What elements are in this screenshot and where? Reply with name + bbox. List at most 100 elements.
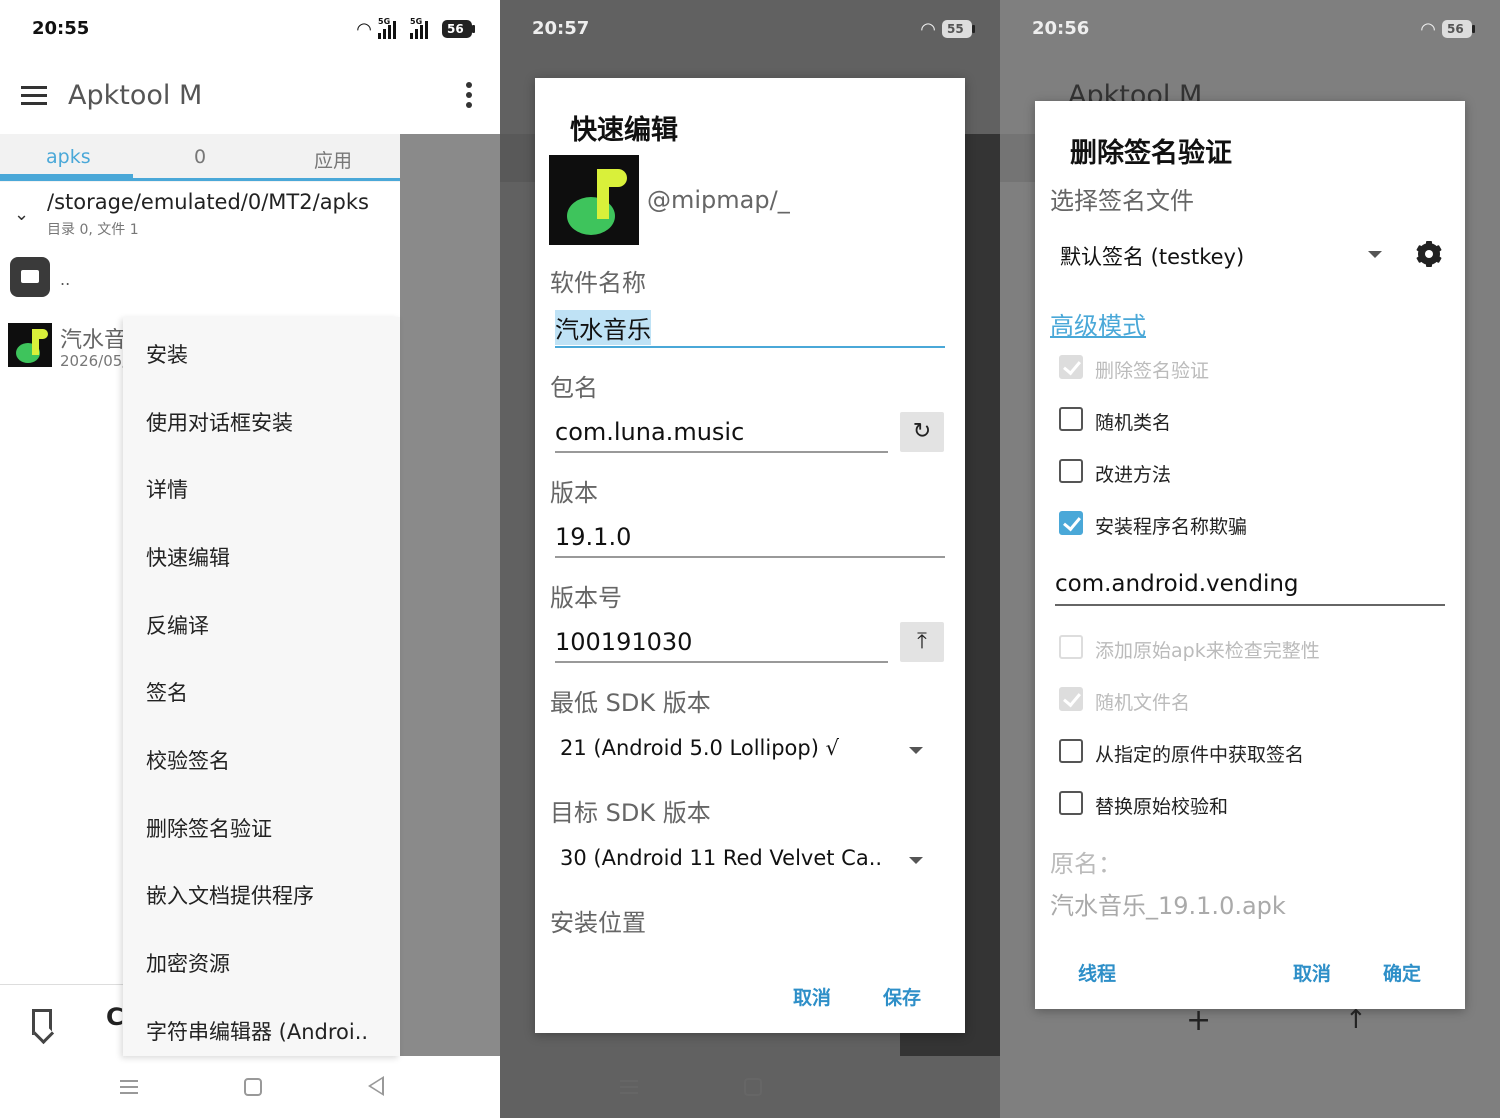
checkbox[interactable] [1059,739,1083,763]
battery-icon: 56 [442,20,475,38]
app-icon[interactable] [549,155,639,245]
select-sign-label: 选择签名文件 [1050,187,1194,215]
menu-item-remove-sign-verify[interactable]: 删除签名验证 [146,813,272,843]
version-code-underline [555,661,888,663]
option-label: 添加原始apk来检查完整性 [1095,640,1320,662]
package-field[interactable]: com.luna.music [555,418,744,446]
bookmark-icon[interactable] [32,1009,52,1035]
min-sdk-select[interactable]: 21 (Android 5.0 Lollipop) √ [560,736,839,760]
add-icon[interactable]: + [1186,1003,1211,1038]
menu-icon[interactable] [21,86,47,106]
nav-home-icon[interactable] [744,1078,762,1096]
app-icon [8,323,52,367]
save-button[interactable]: 保存 [883,983,921,1010]
target-sdk-label: 目标 SDK 版本 [550,799,711,827]
app-name-field[interactable]: 汽水音乐 [555,310,651,345]
ok-button[interactable]: 确定 [1383,959,1421,986]
tab-indicator [0,174,133,178]
target-sdk-select[interactable]: 30 (Android 11 Red Velvet Ca.. [560,846,882,870]
refresh-icon[interactable]: C [106,1003,124,1031]
panel-quick-edit: 20:57 ◠ 55 快速编辑 @mipmap/_ 软件名称 汽水音乐 包名 c… [500,0,1000,1118]
installer-field[interactable]: com.android.vending [1055,571,1299,597]
version-underline [555,556,945,558]
cancel-button[interactable]: 取消 [793,983,831,1010]
nav-back-icon[interactable] [368,1076,384,1096]
menu-item-install[interactable]: 安装 [146,339,188,369]
refresh-button[interactable]: ↻ [900,412,944,452]
signal-icon: 5G [410,17,436,39]
panel-app-list: 20:55 ◠ 5G 5G 56 Apktool M apks 0 应用 ⌄ /… [0,0,500,1118]
icon-resource: @mipmap/_ [647,186,790,214]
orig-name-value: 汽水音乐_19.1.0.apk [1050,892,1286,920]
tab-zero[interactable]: 0 [194,146,206,168]
menu-item-decompile[interactable]: 反编译 [146,610,209,640]
app-bar: Apktool M [0,58,500,134]
option-label[interactable]: 安装程序名称欺骗 [1095,512,1247,539]
checkbox[interactable] [1059,791,1083,815]
menu-item-sign[interactable]: 签名 [146,677,188,707]
tab-divider [0,178,400,181]
panel-remove-sign: 20:56 ◠ 56 Apktool M 删除签名验证 选择签名文件 默认签名 … [1000,0,1500,1118]
package-label: 包名 [550,374,598,402]
folder-icon[interactable] [10,257,50,297]
nav-recents-icon[interactable] [120,1080,138,1098]
option-label[interactable]: 改进方法 [1095,460,1171,487]
menu-item-quick-edit[interactable]: 快速编辑 [146,542,230,572]
version-code-field[interactable]: 100191030 [555,628,692,656]
upload-button[interactable]: ⤒ [900,622,944,662]
status-icons: ◠ 55 [920,18,975,40]
nav-bar [500,1056,1000,1118]
tab-apks[interactable]: apks [46,146,91,168]
checkbox[interactable] [1059,407,1083,431]
wifi-icon: ◠ [1420,18,1436,40]
app-name-underline [555,346,945,348]
option-label: 删除签名验证 [1095,360,1210,382]
path-row[interactable]: ⌄ /storage/emulated/0/MT2/apks 目录 0, 文件 … [0,182,400,242]
status-icons: ◠ 5G 5G 56 [356,17,475,40]
overflow-menu-icon[interactable] [466,82,472,112]
checkbox [1059,635,1083,659]
option-label[interactable]: 随机类名 [1095,408,1171,435]
dialog-title: 删除签名验证 [1070,138,1232,169]
menu-item-string-editor[interactable]: 字符串编辑器 (Androi.. [146,1016,368,1046]
gear-icon[interactable] [1416,241,1442,267]
advanced-mode-link[interactable]: 高级模式 [1050,306,1146,341]
path-text: /storage/emulated/0/MT2/apks [47,190,369,214]
checkbox[interactable] [1059,511,1083,535]
app-title: Apktool M [68,80,203,111]
version-field[interactable]: 19.1.0 [555,523,631,551]
refresh-icon: ↻ [912,419,932,444]
arrow-up-icon[interactable]: ↑ [1345,1005,1367,1035]
dropdown-arrow-icon[interactable] [909,747,923,754]
cancel-button[interactable]: 取消 [1293,959,1331,986]
menu-item-encrypt-res[interactable]: 加密资源 [146,948,230,978]
install-location-label: 安装位置 [550,909,646,937]
bottom-toolbar [0,984,123,1056]
file-name[interactable]: 汽水音 [60,322,126,354]
status-icons: ◠ 56 [1420,18,1475,40]
remove-sign-dialog: 删除签名验证 选择签名文件 默认签名 (testkey) 高级模式 删除签名验证… [1035,101,1465,1009]
battery-icon: 55 [942,20,975,38]
menu-item-verify-sign[interactable]: 校验签名 [146,745,230,775]
option-label[interactable]: 从指定的原件中获取签名 [1095,740,1304,767]
option-label[interactable]: 替换原始校验和 [1095,792,1228,819]
nav-bar [0,1056,500,1118]
version-label: 版本 [550,479,598,507]
checkbox[interactable] [1059,459,1083,483]
menu-item-embed-provider[interactable]: 嵌入文档提供程序 [146,880,314,910]
menu-item-install-dialog[interactable]: 使用对话框安装 [146,407,293,437]
signal-icon: 5G [378,17,404,39]
wifi-icon: ◠ [356,18,372,40]
chevron-down-icon[interactable]: ⌄ [14,204,29,225]
dropdown-arrow-icon[interactable] [1368,251,1382,258]
thread-button[interactable]: 线程 [1078,959,1116,986]
nav-home-icon[interactable] [244,1078,262,1096]
parent-dir[interactable]: .. [60,270,70,289]
wifi-icon: ◠ [920,18,936,40]
nav-recents-icon[interactable] [620,1080,638,1098]
dropdown-arrow-icon[interactable] [909,857,923,864]
status-time: 20:55 [32,18,90,39]
menu-item-details[interactable]: 详情 [146,474,188,504]
tab-apps[interactable]: 应用 [314,146,352,173]
signature-select[interactable]: 默认签名 (testkey) [1060,241,1244,271]
